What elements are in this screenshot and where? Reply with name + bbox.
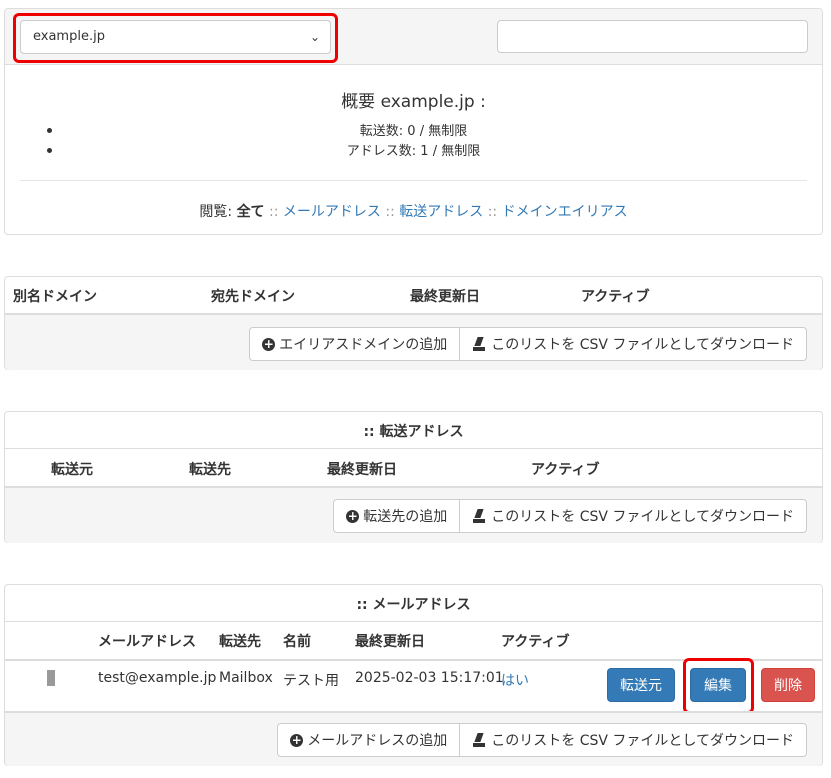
download-icon: [472, 733, 486, 747]
address-count: アドレス数: 1 / 無制限: [346, 144, 481, 159]
column-header: アクティブ: [581, 289, 650, 305]
column-header: メールアドレス: [98, 634, 196, 650]
column-header: 転送先: [219, 634, 261, 650]
column-header: 最終更新日: [355, 634, 425, 650]
overview-panel: example.jp ⌄ 概要 example.jp : 転送数: 0 / 無制…: [4, 8, 823, 235]
highlight-box: [13, 13, 338, 63]
divider: [5, 448, 822, 449]
column-header: 名前: [283, 634, 311, 650]
download-icon: [472, 337, 486, 351]
add-forward-button[interactable]: + 転送先の追加: [333, 499, 461, 533]
highlight-box: [683, 658, 754, 714]
table-footer: + 転送先の追加 このリストを CSV ファイルとしてダウンロード: [5, 486, 822, 543]
download-icon: [472, 509, 486, 523]
browse-nav: 閲覧: 全て :: メールアドレス :: 転送アドレス :: ドメインエイリアス: [5, 201, 822, 221]
table-footer: + メールアドレスの追加 このリストを CSV ファイルとしてダウンロード: [5, 711, 822, 766]
cell-updated: 2025-02-03 15:17:01: [355, 670, 504, 686]
forward-caption: :: 転送アドレス: [363, 424, 464, 440]
column-header: 転送先: [189, 462, 231, 478]
divider: [5, 621, 822, 622]
download-csv-button[interactable]: このリストを CSV ファイルとしてダウンロード: [459, 327, 807, 361]
delete-button[interactable]: 削除: [761, 668, 815, 702]
cell-forward: Mailbox: [219, 670, 273, 686]
column-header: 最終更新日: [327, 462, 397, 478]
toolbar: example.jp ⌄: [5, 9, 822, 65]
download-csv-button[interactable]: このリストを CSV ファイルとしてダウンロード: [459, 723, 807, 757]
plus-circle-icon: +: [346, 508, 360, 523]
row-selector-icon[interactable]: [47, 670, 55, 686]
cell-name: テスト用: [283, 673, 339, 689]
download-csv-button[interactable]: このリストを CSV ファイルとしてダウンロード: [459, 499, 807, 533]
search-input[interactable]: [497, 20, 808, 53]
table-footer: + エイリアスドメインの追加 このリストを CSV ファイルとしてダウンロード: [5, 313, 822, 370]
alias-domain-panel: 別名ドメイン 宛先ドメイン 最終更新日 アクティブ + エイリアスドメインの追加 …: [4, 276, 823, 370]
plus-circle-icon: +: [290, 732, 304, 747]
cell-active-link[interactable]: はい: [501, 670, 529, 690]
link-mail-address[interactable]: メールアドレス: [283, 204, 381, 220]
forwards-count: 転送数: 0 / 無制限: [359, 124, 468, 139]
plus-circle-icon: +: [262, 336, 276, 351]
separator: ::: [269, 204, 279, 220]
link-forward-address[interactable]: 転送アドレス: [399, 204, 483, 220]
separator: ::: [385, 204, 395, 220]
button-group: + エイリアスドメインの追加 このリストを CSV ファイルとしてダウンロード: [249, 327, 807, 361]
forward-source-button[interactable]: 転送元: [607, 668, 675, 702]
column-header: 最終更新日: [410, 289, 480, 305]
overview-title: 概要 example.jp :: [341, 92, 486, 112]
divider: [20, 180, 807, 181]
button-group: + 転送先の追加 このリストを CSV ファイルとしてダウンロード: [333, 499, 807, 533]
forward-panel: :: 転送アドレス 転送元 転送先 最終更新日 アクティブ + 転送先の追加 この…: [4, 411, 823, 543]
cell-address: test@example.jp: [98, 670, 217, 686]
mail-caption: :: メールアドレス: [356, 597, 471, 613]
add-alias-domain-button[interactable]: + エイリアスドメインの追加: [249, 327, 461, 361]
add-mail-address-button[interactable]: + メールアドレスの追加: [277, 723, 461, 757]
browse-label: 閲覧:: [199, 204, 233, 220]
column-header: アクティブ: [501, 634, 570, 650]
column-header: アクティブ: [531, 462, 600, 478]
mail-panel: :: メールアドレス メールアドレス 転送先 名前 最終更新日 アクティブ te…: [4, 584, 823, 766]
browse-all: 全て: [236, 204, 265, 220]
link-domain-alias[interactable]: ドメインエイリアス: [502, 204, 628, 220]
column-header: 転送元: [51, 462, 93, 478]
separator: ::: [487, 204, 498, 220]
column-header: 別名ドメイン: [13, 289, 97, 305]
button-group: + メールアドレスの追加 このリストを CSV ファイルとしてダウンロード: [277, 723, 807, 757]
column-header: 宛先ドメイン: [211, 289, 295, 305]
